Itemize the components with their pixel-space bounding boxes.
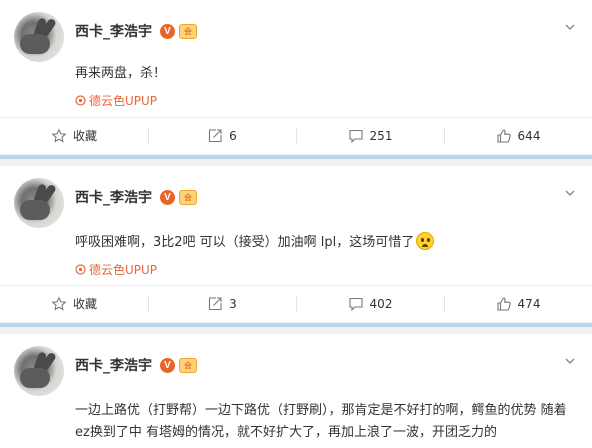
- author-row: 西卡_李浩宇 V 会: [75, 356, 197, 374]
- source-label[interactable]: 德云色UPUP: [89, 92, 157, 109]
- avatar[interactable]: [14, 346, 64, 396]
- username[interactable]: 西卡_李浩宇: [75, 187, 152, 207]
- post-card: 西卡_李浩宇 V 会 呼吸困难啊，3比2吧 可以（接受）加油啊 lpl，这场可惜…: [0, 166, 592, 324]
- source-label[interactable]: 德云色UPUP: [89, 261, 157, 278]
- member-badge-icon[interactable]: 会: [179, 23, 197, 39]
- post-card: 西卡_李浩宇 V 会 再来两盘，杀！ 德云色UPUP 收藏 6 251 644: [0, 0, 592, 156]
- comment-button[interactable]: 251: [296, 118, 444, 153]
- source-icon: [75, 95, 86, 106]
- post-card: 西卡_李浩宇 V 会 一边上路优（打野帮）一边下路优（打野刷），那肯定是不好打的…: [0, 334, 592, 448]
- comment-icon: [348, 296, 364, 312]
- like-count: 644: [517, 128, 541, 143]
- comment-count: 251: [369, 128, 393, 143]
- star-icon: [51, 296, 67, 312]
- vip-badge-icon[interactable]: V: [160, 23, 175, 39]
- like-button[interactable]: 644: [444, 118, 592, 153]
- favorite-button[interactable]: 收藏: [0, 118, 148, 153]
- thumbs-up-icon: [496, 296, 512, 312]
- thumbs-up-icon: [496, 128, 512, 144]
- username[interactable]: 西卡_李浩宇: [75, 355, 152, 375]
- post-text: 一边上路优（打野帮）一边下路优（打野刷），那肯定是不好打的啊，鳄鱼的优势 随着e…: [75, 403, 567, 440]
- worried-face-emoji-icon: [416, 232, 435, 250]
- username[interactable]: 西卡_李浩宇: [75, 21, 152, 41]
- comment-count: 402: [369, 296, 393, 311]
- chevron-down-icon[interactable]: [564, 352, 576, 364]
- like-count: 474: [517, 296, 541, 311]
- like-button[interactable]: 474: [444, 286, 592, 321]
- repost-button[interactable]: 6: [148, 118, 296, 153]
- member-badge-icon[interactable]: 会: [179, 189, 197, 205]
- member-badge-icon[interactable]: 会: [179, 357, 197, 373]
- chevron-down-icon[interactable]: [564, 18, 576, 30]
- repost-button[interactable]: 3: [148, 286, 296, 321]
- comment-button[interactable]: 402: [296, 286, 444, 321]
- author-row: 西卡_李浩宇 V 会: [75, 22, 197, 40]
- favorite-label: 收藏: [72, 297, 97, 311]
- post-source[interactable]: 德云色UPUP: [75, 261, 157, 278]
- comment-icon: [348, 128, 364, 144]
- post-text: 呼吸困难啊，3比2吧 可以（接受）加油啊 lpl，这场可惜了: [75, 232, 435, 254]
- post-separator: [0, 322, 592, 334]
- repost-count: 3: [229, 296, 237, 311]
- star-icon: [51, 128, 67, 144]
- vip-badge-icon[interactable]: V: [160, 189, 175, 205]
- favorite-button[interactable]: 收藏: [0, 286, 148, 321]
- action-bar: 收藏 3 402 474: [0, 285, 592, 321]
- repost-icon: [207, 128, 223, 144]
- avatar[interactable]: [14, 12, 64, 62]
- post-separator: [0, 154, 592, 166]
- action-bar: 收藏 6 251 644: [0, 117, 592, 153]
- favorite-label: 收藏: [72, 129, 97, 143]
- post-text: 再来两盘，杀！: [75, 66, 167, 81]
- chevron-down-icon[interactable]: [564, 184, 576, 196]
- author-row: 西卡_李浩宇 V 会: [75, 188, 197, 206]
- repost-icon: [207, 296, 223, 312]
- post-text-body: 呼吸困难啊，3比2吧 可以（接受）加油啊 lpl，这场可惜了: [75, 235, 415, 250]
- vip-badge-icon[interactable]: V: [160, 357, 175, 373]
- avatar[interactable]: [14, 178, 64, 228]
- source-icon: [75, 264, 86, 275]
- post-source[interactable]: 德云色UPUP: [75, 92, 157, 109]
- repost-count: 6: [229, 128, 237, 143]
